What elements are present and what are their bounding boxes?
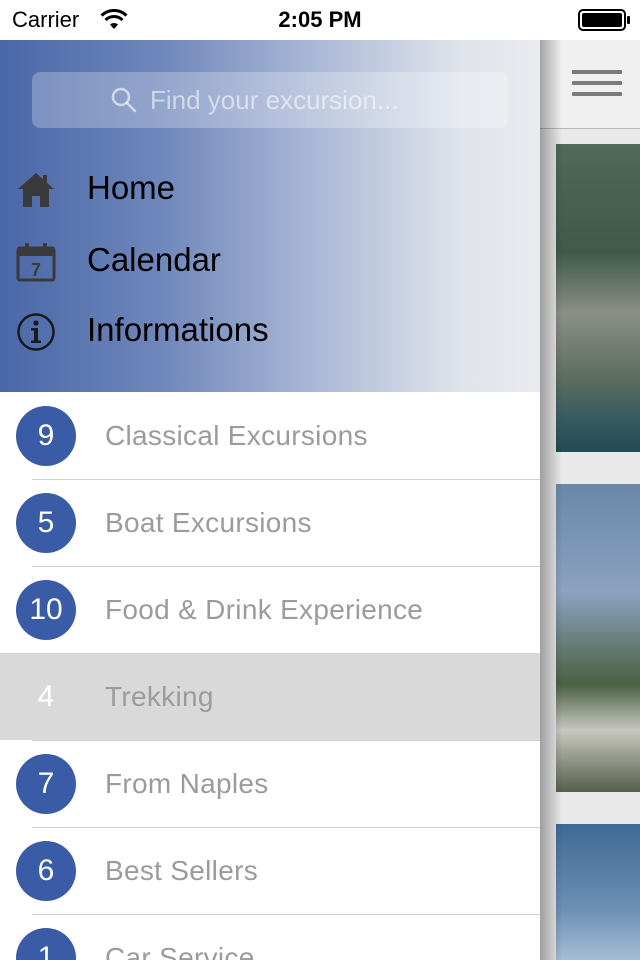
category-label: From Naples (105, 768, 269, 799)
category-row[interactable]: 6 Best Sellers (0, 827, 540, 915)
hamburger-menu-icon[interactable] (572, 70, 622, 98)
info-icon (17, 313, 55, 351)
excursion-thumbnail[interactable] (556, 144, 640, 452)
count-badge: 1 (16, 928, 76, 960)
count-badge: 9 (16, 406, 76, 466)
category-label: Car Service (105, 942, 255, 960)
status-bar: Carrier 2:05 PM (0, 0, 640, 40)
count-badge: 5 (16, 493, 76, 553)
drawer-shadow (538, 0, 562, 960)
nav-label-home: Home (87, 169, 176, 206)
category-row-selected[interactable]: 4 Trekking (0, 653, 540, 741)
calendar-day-number: 7 (31, 260, 41, 280)
category-label: Trekking (105, 681, 214, 712)
nav-item-informations[interactable]: Informations (0, 296, 540, 366)
count-badge: 10 (16, 580, 76, 640)
side-drawer: Home 7 Calendar Informations (0, 40, 540, 960)
home-icon (18, 173, 54, 207)
count-badge: 6 (16, 841, 76, 901)
category-label: Best Sellers (105, 855, 258, 886)
search-box[interactable] (32, 72, 508, 128)
category-row[interactable]: 10 Food & Drink Experience (0, 566, 540, 654)
clock: 2:05 PM (278, 7, 362, 32)
excursion-thumbnail[interactable] (556, 824, 640, 960)
category-row[interactable]: 9 Classical Excursions (0, 392, 540, 480)
category-list: 9 Classical Excursions 5 Boat Excursions… (0, 392, 540, 960)
nav-item-calendar[interactable]: 7 Calendar (0, 226, 540, 296)
calendar-icon: 7 (16, 243, 56, 282)
nav-item-home[interactable]: Home (0, 154, 540, 224)
carrier-label: Carrier (12, 7, 80, 32)
excursion-thumbnail[interactable] (556, 484, 640, 792)
category-row[interactable]: 7 From Naples (0, 740, 540, 828)
category-row[interactable]: 5 Boat Excursions (0, 479, 540, 567)
count-badge: 7 (16, 754, 76, 814)
drawer-header: Home 7 Calendar Informations (0, 40, 540, 392)
category-label: Classical Excursions (105, 420, 368, 451)
category-label: Food & Drink Experience (105, 594, 424, 625)
nav-label-calendar: Calendar (87, 241, 221, 278)
search-icon (111, 87, 137, 113)
nav-label-informations: Informations (87, 311, 269, 348)
search-input[interactable] (150, 84, 430, 116)
category-row[interactable]: 1 Car Service (0, 914, 540, 960)
category-label: Boat Excursions (105, 507, 312, 538)
wifi-icon (100, 9, 128, 29)
battery-icon (578, 9, 630, 31)
count-badge: 4 (37, 680, 55, 713)
